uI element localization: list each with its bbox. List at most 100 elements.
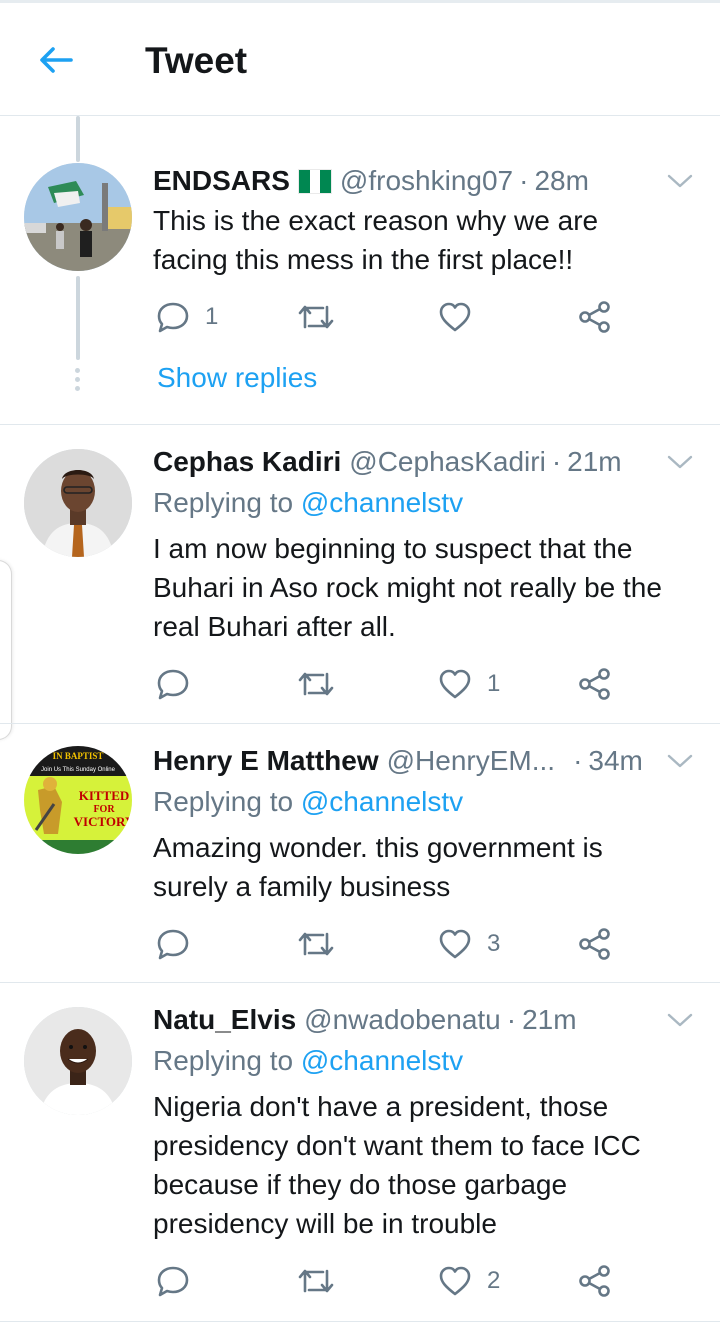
separator-dot: · <box>506 1004 517 1035</box>
share-icon <box>579 1265 610 1297</box>
reply-count: 1 <box>205 303 219 330</box>
display-name[interactable]: Henry E Matthew <box>153 743 379 779</box>
share-icon <box>579 928 610 960</box>
user-handle[interactable]: @HenryEM... <box>387 743 555 779</box>
tweet-actions: 1 <box>0 297 720 337</box>
share-button[interactable] <box>577 664 613 704</box>
tweet-text-line: This is the exact reason why we are <box>153 205 599 236</box>
heart-icon <box>439 929 471 959</box>
retweet-button[interactable] <box>297 297 349 337</box>
tweet-text: This is the exact reason why we are faci… <box>153 201 698 279</box>
mention-link[interactable]: @channelstv <box>301 786 463 817</box>
thread-line <box>76 116 80 162</box>
tweet-text-line: facing this mess in the first place!! <box>153 244 574 275</box>
tweet-menu-button[interactable] <box>664 1008 696 1032</box>
like-button[interactable]: 1 <box>437 664 500 704</box>
tweet-text: Nigeria don't have a president, those pr… <box>153 1087 698 1243</box>
separator-dot: · <box>519 165 529 196</box>
separator-dot: · <box>551 446 562 477</box>
tweet-text-line: because if they do those garbage <box>153 1169 568 1200</box>
like-button[interactable]: 2 <box>437 1261 500 1301</box>
tweet-text-line: Nigeria don't have a president, those <box>153 1091 609 1122</box>
nigeria-flag-icon <box>297 168 332 194</box>
display-name[interactable]: ENDSARS <box>153 163 290 199</box>
reply-button[interactable] <box>155 1261 205 1301</box>
mention-link[interactable]: @channelstv <box>301 487 463 518</box>
tweet-header: Henry E Matthew @HenryEM... · 34m <box>153 743 643 779</box>
timestamp[interactable]: 21m <box>522 1002 576 1038</box>
display-name[interactable]: Natu_Elvis <box>153 1002 296 1038</box>
avatar[interactable]: IN BAPTIST Join Us This Sunday Online KI… <box>24 746 132 854</box>
share-icon <box>579 301 610 333</box>
like-count: 1 <box>487 670 501 697</box>
tweet-header: Cephas Kadiri @CephasKadiri · 21m <box>153 444 622 480</box>
avatar[interactable] <box>24 1007 132 1115</box>
retweet-icon <box>298 1269 334 1293</box>
tweet-text-line: surely a family business <box>153 871 451 902</box>
like-count: 3 <box>487 930 501 957</box>
user-handle[interactable]: @froshking07 <box>340 163 513 199</box>
share-button[interactable] <box>577 1261 613 1301</box>
reply-button[interactable] <box>155 924 205 964</box>
replying-to: Replying to @channelstv <box>153 1043 463 1079</box>
replying-to: Replying to @channelstv <box>153 485 463 521</box>
replying-to-label: Replying to <box>153 487 294 518</box>
replying-to-label: Replying to <box>153 1045 294 1076</box>
timestamp[interactable]: 34m <box>588 743 642 779</box>
tweet-text: I am now beginning to suspect that the B… <box>153 529 698 646</box>
tweet[interactable]: Cephas Kadiri @CephasKadiri · 21m Replyi… <box>0 425 720 724</box>
retweet-icon <box>298 305 334 329</box>
avatar[interactable] <box>24 163 132 271</box>
retweet-icon <box>298 672 334 696</box>
chevron-down-icon <box>667 455 693 469</box>
tweet-text-line: real Buhari after all. <box>153 611 396 642</box>
reply-icon <box>157 669 189 700</box>
like-button[interactable] <box>437 297 487 337</box>
avatar[interactable] <box>24 449 132 557</box>
share-button[interactable] <box>577 297 613 337</box>
show-replies-link[interactable]: Show replies <box>157 361 317 395</box>
page-title: Tweet <box>145 40 248 81</box>
svg-text:Join Us This Sunday Online: Join Us This Sunday Online <box>41 767 116 773</box>
tweet-text-line: presidency don't want them to face ICC <box>153 1130 641 1161</box>
tweet-actions: 1 <box>0 664 720 704</box>
tweet[interactable]: IN BAPTIST Join Us This Sunday Online KI… <box>0 724 720 983</box>
retweet-button[interactable] <box>297 924 349 964</box>
tweet-text-line: presidency will be in trouble <box>153 1208 497 1239</box>
tweet[interactable]: Natu_Elvis @nwadobenatu · 21m Replying t… <box>0 983 720 1322</box>
reply-button[interactable]: 1 <box>155 297 218 337</box>
tweet-text: Amazing wonder. this government is surel… <box>153 828 698 906</box>
tweet-header: Natu_Elvis @nwadobenatu · 21m <box>153 1002 577 1038</box>
thread-dots <box>75 368 81 395</box>
back-arrow-icon <box>40 47 73 73</box>
retweet-button[interactable] <box>297 664 349 704</box>
tweet-text-line: Amazing wonder. this government is <box>153 832 603 863</box>
tweet-menu-button[interactable] <box>664 749 696 773</box>
tweet-text-line: I am now beginning to suspect that the <box>153 533 633 564</box>
tweet-text-line: Buhari in Aso rock might not really be t… <box>153 572 662 603</box>
chevron-down-icon <box>667 754 693 768</box>
separator-dot: · <box>573 745 583 776</box>
display-name[interactable]: Cephas Kadiri <box>153 444 341 480</box>
tweet-menu-button[interactable] <box>664 169 696 193</box>
tweet-actions: 2 <box>0 1261 720 1301</box>
reply-button[interactable] <box>155 664 205 704</box>
timestamp[interactable]: 21m <box>567 444 621 480</box>
share-button[interactable] <box>577 924 613 964</box>
tweet-actions: 3 <box>0 924 720 964</box>
reply-icon <box>157 302 189 333</box>
retweet-button[interactable] <box>297 1261 349 1301</box>
replying-to: Replying to @channelstv <box>153 784 463 820</box>
tweet-menu-button[interactable] <box>664 450 696 474</box>
mention-link[interactable]: @channelstv <box>301 1045 463 1076</box>
retweet-icon <box>298 932 334 956</box>
like-button[interactable]: 3 <box>437 924 500 964</box>
timestamp[interactable]: 28m <box>534 163 588 199</box>
user-handle[interactable]: @nwadobenatu <box>304 1002 501 1038</box>
user-handle[interactable]: @CephasKadiri <box>349 444 546 480</box>
heart-icon <box>439 302 471 332</box>
back-button[interactable] <box>36 40 76 80</box>
reply-icon <box>157 1266 189 1297</box>
app-header: Tweet <box>0 0 720 116</box>
tweet[interactable]: ENDSARS @froshking07 · 28m This is the e… <box>0 116 720 425</box>
